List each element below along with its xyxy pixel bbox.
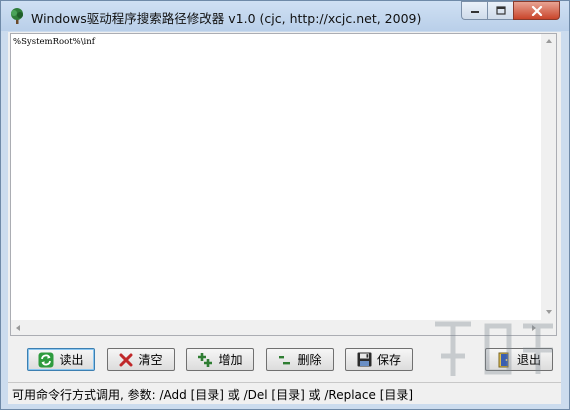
x-icon — [119, 353, 133, 366]
scroll-up-icon[interactable] — [546, 39, 552, 43]
window-title: Windows驱动程序搜索路径修改器 v1.0 (cjc, http://xcj… — [31, 11, 422, 26]
scroll-left-icon[interactable] — [16, 325, 20, 331]
watermark-logo-icon — [435, 321, 553, 376]
save-button[interactable]: 保存 — [345, 348, 413, 371]
status-text: 可用命令行方式调用, 参数: /Add [目录] 或 /Del [目录] 或 /… — [12, 388, 414, 402]
minimize-button[interactable] — [461, 1, 487, 20]
maximize-button[interactable] — [487, 1, 513, 20]
clear-button-label: 清空 — [138, 353, 163, 367]
plus-icon — [198, 352, 213, 367]
minimize-icon — [470, 10, 479, 13]
close-icon — [531, 5, 542, 16]
delete-button[interactable]: 删除 — [266, 348, 334, 371]
read-button-label: 读出 — [59, 353, 84, 367]
read-button[interactable]: 读出 — [27, 348, 95, 371]
clear-button[interactable]: 清空 — [107, 348, 175, 371]
save-button-label: 保存 — [376, 353, 401, 367]
add-button[interactable]: 增加 — [186, 348, 254, 371]
app-window: Windows驱动程序搜索路径修改器 v1.0 (cjc, http://xcj… — [0, 0, 570, 410]
scroll-down-icon[interactable] — [546, 310, 552, 314]
maximize-icon — [495, 6, 506, 15]
close-button[interactable] — [513, 1, 560, 20]
tree-icon — [8, 7, 26, 25]
minus-icon — [279, 355, 291, 364]
path-editor-content[interactable]: %SystemRoot%\inf — [13, 37, 95, 47]
path-editor[interactable]: %SystemRoot%\inf — [10, 33, 557, 336]
title-bar[interactable]: Windows驱动程序搜索路径修改器 v1.0 (cjc, http://xcj… — [1, 1, 569, 31]
refresh-icon — [38, 352, 54, 367]
floppy-disk-icon — [357, 352, 372, 367]
vertical-scrollbar[interactable] — [541, 34, 556, 320]
delete-button-label: 删除 — [297, 353, 322, 367]
add-button-label: 增加 — [218, 353, 243, 367]
